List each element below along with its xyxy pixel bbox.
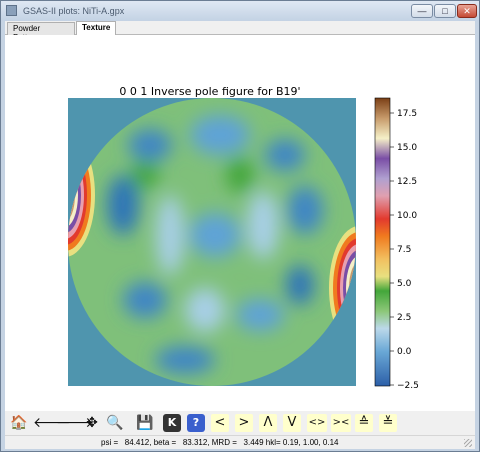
expand-vertical-button[interactable]: ≙ [355,414,373,432]
colorbar-tick-label: 5.0 [397,279,412,289]
client-area: Powder Patterns Texture 0 0 1 Inverse po… [5,21,475,449]
title-bar[interactable]: GSAS-II plots: NiTi-A.gpx — □ ✕ [1,1,479,21]
shrink-vertical-button[interactable]: ≚ [379,414,397,432]
colorbar [374,97,391,387]
pole-figure-svg: 17.5 15.0 12.5 10.0 7.5 5.0 2.5 0.0 −2.5 [68,97,419,391]
forward-button[interactable]: 🡒 [56,414,94,432]
maximize-button[interactable]: □ [434,4,456,18]
colorbar-tick-label: 17.5 [397,109,417,119]
colorbar-tick-label: 7.5 [397,245,411,255]
key-button[interactable]: K [163,414,181,432]
tab-texture[interactable]: Texture [76,21,116,35]
resize-grip[interactable] [464,439,472,447]
status-readout: psi = 84.412, beta = 83.312, MRD = 3.449… [101,438,339,447]
shift-left-button[interactable]: < [211,414,229,432]
minimize-button[interactable]: — [411,4,433,18]
status-bar: psi = 84.412, beta = 83.312, MRD = 3.449… [5,435,475,449]
colorbar-tick-label: 0.0 [397,347,412,357]
pan-button[interactable]: ✥ [83,414,101,432]
home-button[interactable]: 🏠 [10,414,28,432]
colorbar-tick-label: 10.0 [397,211,417,221]
close-button[interactable]: ✕ [457,4,477,18]
zoom-button[interactable]: 🔍 [106,414,124,432]
shift-down-button[interactable]: V [283,414,301,432]
help-button[interactable]: ? [187,414,205,432]
app-window: GSAS-II plots: NiTi-A.gpx — □ ✕ Powder P… [0,0,480,452]
plot-toolbar: 🏠 🡐 🡒 ✥ 🔍 💾 K ? < > Λ V <> >< ≙ ≚ [5,412,475,434]
app-icon [6,5,17,16]
tab-powder-patterns[interactable]: Powder Patterns [7,22,75,42]
colorbar-tick-label: 15.0 [397,143,417,153]
plot-canvas[interactable]: 0 0 1 Inverse pole figure for B19' 17.5 … [5,35,475,411]
shrink-horizontal-button[interactable]: >< [331,414,351,432]
window-title: GSAS-II plots: NiTi-A.gpx [23,6,125,16]
shift-right-button[interactable]: > [235,414,253,432]
colorbar-tick-label: −2.5 [397,381,419,391]
colorbar-ticks: 17.5 15.0 12.5 10.0 7.5 5.0 2.5 0.0 −2.5 [390,109,419,391]
shift-up-button[interactable]: Λ [259,414,277,432]
back-button[interactable]: 🡐 [33,414,71,432]
expand-horizontal-button[interactable]: <> [307,414,327,432]
save-button[interactable]: 💾 [136,414,154,432]
colorbar-tick-label: 12.5 [397,177,417,187]
colorbar-tick-label: 2.5 [397,313,411,323]
tab-bar: Powder Patterns Texture [5,21,475,42]
